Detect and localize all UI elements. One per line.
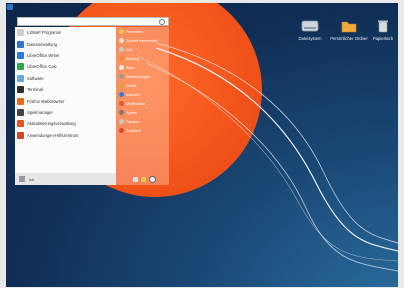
favorite-item[interactable]: Anwendungen-Hilfszentrum <box>15 130 116 141</box>
favorite-label: Firefox Webbrowser <box>27 98 65 104</box>
app-icon <box>17 74 24 82</box>
app-icon <box>17 86 24 94</box>
applications-menu: LXMaP Programm Dateiverwaltung LibreOffi… <box>15 16 169 185</box>
favorite-item[interactable]: LXMaP Programm <box>15 27 116 38</box>
favorite-item[interactable]: Dateiverwaltung <box>15 38 116 49</box>
search-input[interactable] <box>17 17 169 26</box>
app-icon <box>17 29 24 37</box>
favorite-item[interactable]: LibreOffice Writer <box>15 50 116 61</box>
search-icon <box>159 19 165 25</box>
lock-icon[interactable] <box>141 176 146 182</box>
favorites-list: LXMaP Programm Dateiverwaltung LibreOffi… <box>15 27 116 173</box>
category-item[interactable]: Internet <box>116 90 169 99</box>
category-icon <box>119 128 124 133</box>
avatar <box>19 176 25 182</box>
category-icon <box>119 56 124 61</box>
favorite-label: Anwendungen-Hilfszentrum <box>27 132 79 138</box>
category-label: Spiele <box>126 110 138 115</box>
favorite-label: LibreOffice Writer <box>27 52 60 58</box>
favorite-label: Software <box>27 75 44 81</box>
favorite-label: LXMaP Programm <box>27 30 62 36</box>
user-name: ich <box>29 176 35 182</box>
category-item[interactable]: Spiele <box>116 108 169 117</box>
favorite-item[interactable]: Terminal <box>15 84 116 95</box>
category-item[interactable]: Multimedia <box>116 99 169 108</box>
desktop-icon-label: Dateisystem <box>298 36 322 41</box>
category-icon <box>119 101 124 106</box>
category-label: Büro <box>126 65 135 70</box>
category-item[interactable]: Alle <box>116 45 169 54</box>
favorite-label: Spielmanager <box>27 109 53 115</box>
category-label: Multimedia <box>126 101 146 106</box>
category-item[interactable]: Büro <box>116 63 169 72</box>
app-icon <box>17 120 24 128</box>
category-label: System <box>126 119 140 124</box>
category-label: Bildung <box>126 56 140 61</box>
app-icon <box>17 97 24 105</box>
favorite-item[interactable]: LibreOffice Calc <box>15 61 116 72</box>
category-icon <box>119 74 124 79</box>
category-label: Grafik <box>126 83 137 88</box>
category-item[interactable]: Bildung <box>116 54 169 63</box>
system-buttons <box>130 173 172 185</box>
app-icon <box>17 63 24 71</box>
category-label: Zuletzt verwendet <box>126 38 158 43</box>
applications-menu-button[interactable] <box>7 4 13 10</box>
drive-icon <box>301 20 319 32</box>
category-icon <box>119 29 124 34</box>
app-icon <box>17 108 24 116</box>
logout-icon[interactable] <box>149 175 156 183</box>
category-item[interactable]: Grafik <box>116 81 169 90</box>
favorite-item[interactable]: Spielmanager <box>15 107 116 118</box>
favorite-item[interactable]: Firefox Webbrowser <box>15 95 116 106</box>
category-icon <box>119 38 124 43</box>
favorite-item[interactable]: Software <box>15 73 116 84</box>
desktop-icon-filesystem[interactable]: Dateisystem <box>288 19 332 41</box>
category-icon <box>119 119 124 124</box>
app-icon <box>17 40 24 48</box>
desktop-icon-label: Papierkorb <box>372 36 394 41</box>
app-icon <box>17 51 24 59</box>
user-bar: ich <box>15 173 116 185</box>
categories-list: Favoriten Zuletzt verwendet Alle Bildung… <box>116 27 169 185</box>
folder-icon <box>341 21 357 33</box>
category-label: Internet <box>126 92 140 97</box>
category-icon <box>119 83 124 88</box>
trash-icon <box>378 20 388 33</box>
category-label: Alle <box>126 47 133 52</box>
favorite-label: Dateiverwaltung <box>27 41 58 47</box>
desktop[interactable]: Dateisystem Persönlicher Ordner Papierko… <box>6 3 398 287</box>
category-label: Einstellungen <box>126 74 151 79</box>
desktop-icon-trash[interactable]: Papierkorb <box>361 19 398 41</box>
category-icon <box>119 47 124 52</box>
favorite-item[interactable]: Aktualisierungsverwaltung <box>15 118 116 129</box>
app-icon <box>17 131 24 139</box>
category-icon <box>119 110 124 115</box>
favorite-label: LibreOffice Calc <box>27 64 57 70</box>
category-item[interactable]: Favoriten <box>116 27 169 36</box>
side-panel <box>6 3 14 287</box>
category-item[interactable]: Einstellungen <box>116 72 169 81</box>
category-label: Zubehör <box>126 128 141 133</box>
category-icon <box>119 92 124 97</box>
category-icon <box>119 65 124 70</box>
settings-icon[interactable] <box>133 176 138 182</box>
category-item[interactable]: Zubehör <box>116 126 169 135</box>
category-item[interactable]: System <box>116 117 169 126</box>
category-item[interactable]: Zuletzt verwendet <box>116 36 169 45</box>
favorite-label: Aktualisierungsverwaltung <box>27 121 76 127</box>
favorite-label: Terminal <box>27 87 43 93</box>
category-label: Favoriten <box>126 29 143 34</box>
